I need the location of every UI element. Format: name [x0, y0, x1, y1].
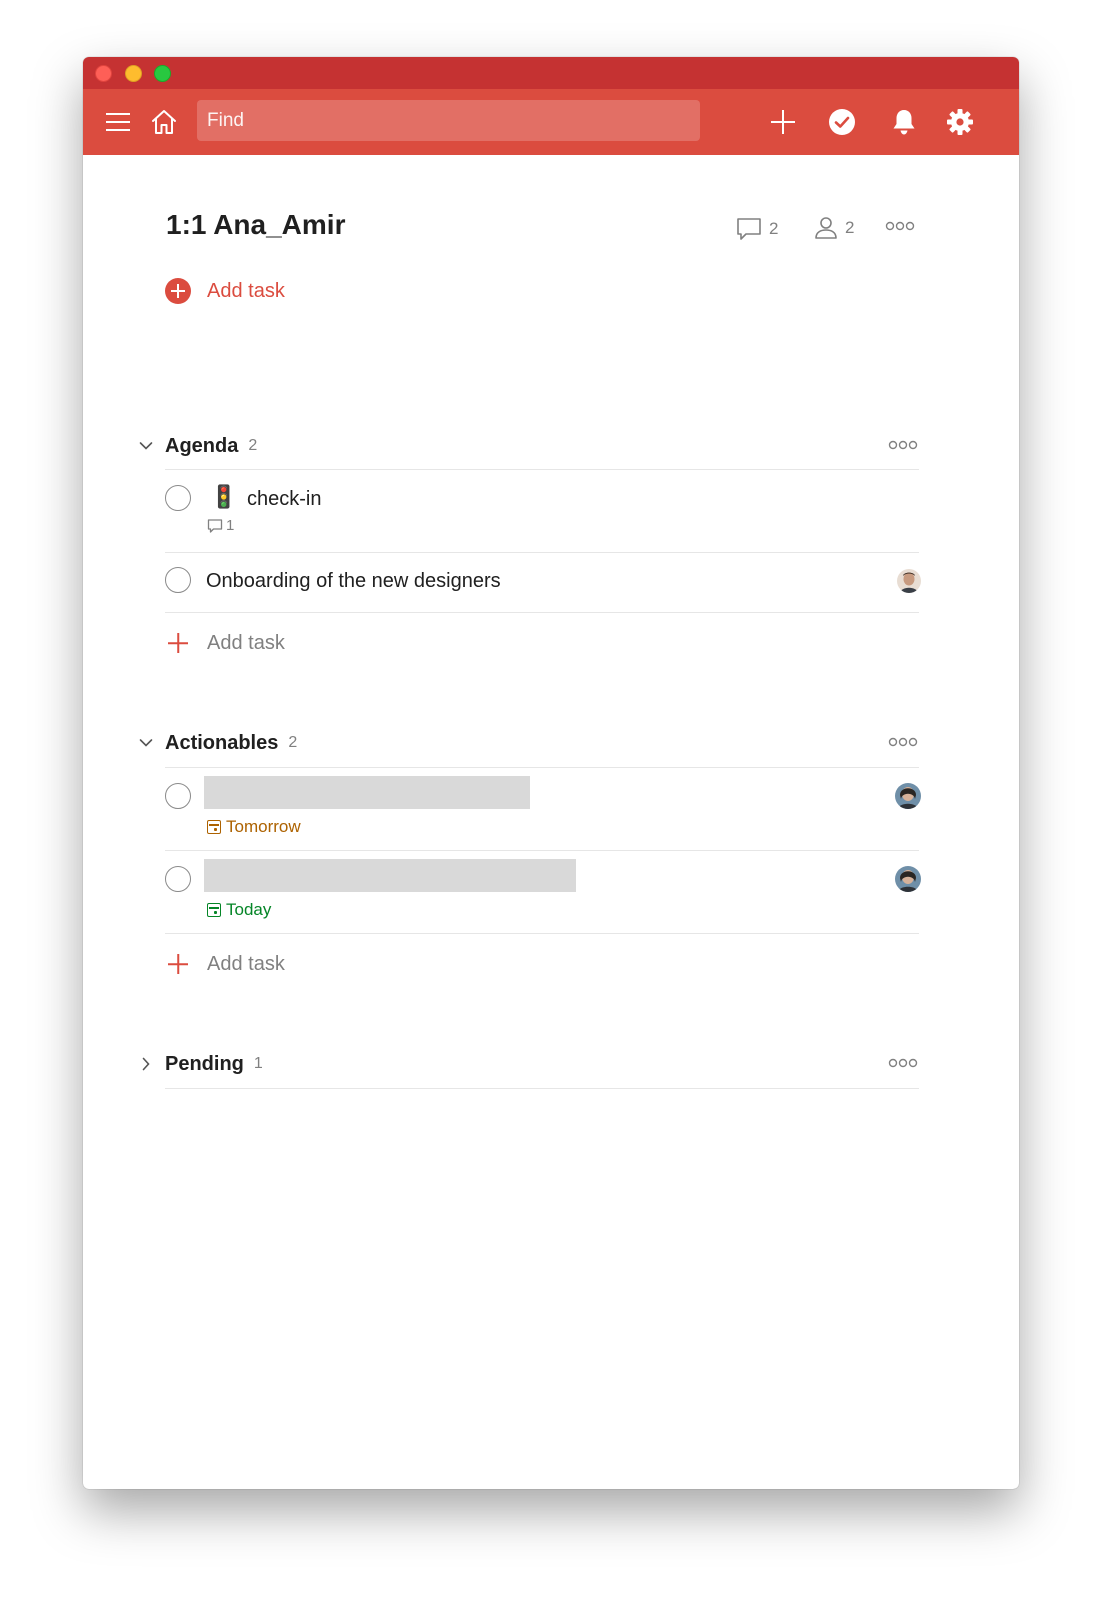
- task-comment-indicator[interactable]: 1: [207, 517, 234, 534]
- assignee-avatar[interactable]: [895, 783, 921, 809]
- productivity-check-icon[interactable]: [826, 89, 858, 155]
- task-row[interactable]: Tomorrow: [165, 768, 925, 851]
- add-task-label: Add task: [207, 952, 285, 975]
- add-task-plus-icon[interactable]: [768, 89, 798, 155]
- section-count: 1: [253, 1055, 263, 1072]
- task-checkbox[interactable]: [165, 485, 191, 511]
- section-more-options-icon[interactable]: [888, 437, 918, 455]
- close-window-button[interactable]: [95, 65, 112, 82]
- task-checkbox[interactable]: [165, 567, 191, 593]
- task-title: Onboarding of the new designers: [206, 570, 501, 592]
- settings-gear-icon[interactable]: [945, 89, 975, 155]
- task-row[interactable]: 🚦 check-in 1: [165, 470, 925, 553]
- project-comments-button[interactable]: 2: [735, 215, 778, 243]
- person-icon: [815, 217, 837, 239]
- zoom-window-button[interactable]: [154, 65, 171, 82]
- task-row[interactable]: Today: [165, 851, 925, 934]
- comment-icon: [207, 518, 223, 533]
- section-count: 2: [248, 437, 258, 454]
- divider: [165, 612, 919, 613]
- chevron-right-icon[interactable]: [135, 1053, 157, 1075]
- home-icon[interactable]: [149, 89, 179, 155]
- add-circle-icon: [165, 278, 191, 304]
- section-name: Pending: [165, 1052, 244, 1075]
- search-input[interactable]: [197, 100, 700, 141]
- redacted-task-title: [204, 859, 576, 892]
- comment-icon: [737, 218, 761, 240]
- task-comment-count: 1: [226, 517, 235, 534]
- divider: [165, 933, 919, 934]
- minimize-window-button[interactable]: [125, 65, 142, 82]
- project-content: 1:1 Ana_Amir 2 2 Add task Agenda 2 🚦 che…: [83, 155, 1019, 1489]
- assignee-avatar[interactable]: [895, 866, 921, 892]
- divider: [165, 1088, 919, 1089]
- add-task-label: Add task: [207, 631, 285, 654]
- section-count: 2: [288, 734, 298, 751]
- window-titlebar: [83, 57, 1019, 89]
- app-window: 1:1 Ana_Amir 2 2 Add task: [83, 57, 1019, 1489]
- task-checkbox[interactable]: [165, 866, 191, 892]
- plus-icon: [165, 951, 191, 977]
- redacted-task-title: [204, 776, 530, 809]
- add-task-button-actionables[interactable]: Add task: [165, 951, 285, 977]
- chevron-down-icon[interactable]: [135, 435, 157, 457]
- add-task-label: Add task: [207, 279, 285, 302]
- section-more-options-icon[interactable]: [888, 1055, 918, 1073]
- menu-icon[interactable]: [103, 89, 133, 155]
- project-members-button[interactable]: 2: [813, 215, 854, 241]
- project-title: 1:1 Ana_Amir: [166, 209, 346, 240]
- section-header-pending[interactable]: Pending 1: [135, 1046, 920, 1082]
- notifications-bell-icon[interactable]: [889, 89, 919, 155]
- add-task-button-agenda[interactable]: Add task: [165, 630, 285, 656]
- project-more-options-icon[interactable]: [885, 221, 915, 231]
- task-title: check-in: [247, 488, 322, 510]
- project-member-count: 2: [845, 218, 855, 237]
- task-row[interactable]: Onboarding of the new designers: [165, 553, 925, 612]
- task-checkbox[interactable]: [165, 783, 191, 809]
- assignee-avatar[interactable]: [897, 569, 921, 593]
- due-date-label: Today: [226, 900, 272, 919]
- due-date-label: Tomorrow: [226, 817, 301, 836]
- section-name: Agenda: [165, 434, 239, 457]
- section-name: Actionables: [165, 731, 279, 754]
- add-task-button-top[interactable]: Add task: [165, 278, 285, 304]
- section-more-options-icon[interactable]: [888, 734, 918, 752]
- section-header-actionables[interactable]: Actionables 2: [135, 725, 920, 761]
- project-comment-count: 2: [769, 219, 779, 238]
- plus-icon: [165, 630, 191, 656]
- task-due-date[interactable]: Tomorrow: [207, 817, 301, 837]
- section-header-agenda[interactable]: Agenda 2: [135, 428, 920, 464]
- top-toolbar: [83, 89, 1019, 155]
- task-due-date[interactable]: Today: [207, 900, 271, 920]
- chevron-down-icon[interactable]: [135, 732, 157, 754]
- traffic-light-emoji: 🚦: [210, 484, 238, 509]
- calendar-icon: [207, 820, 221, 834]
- calendar-icon: [207, 903, 221, 917]
